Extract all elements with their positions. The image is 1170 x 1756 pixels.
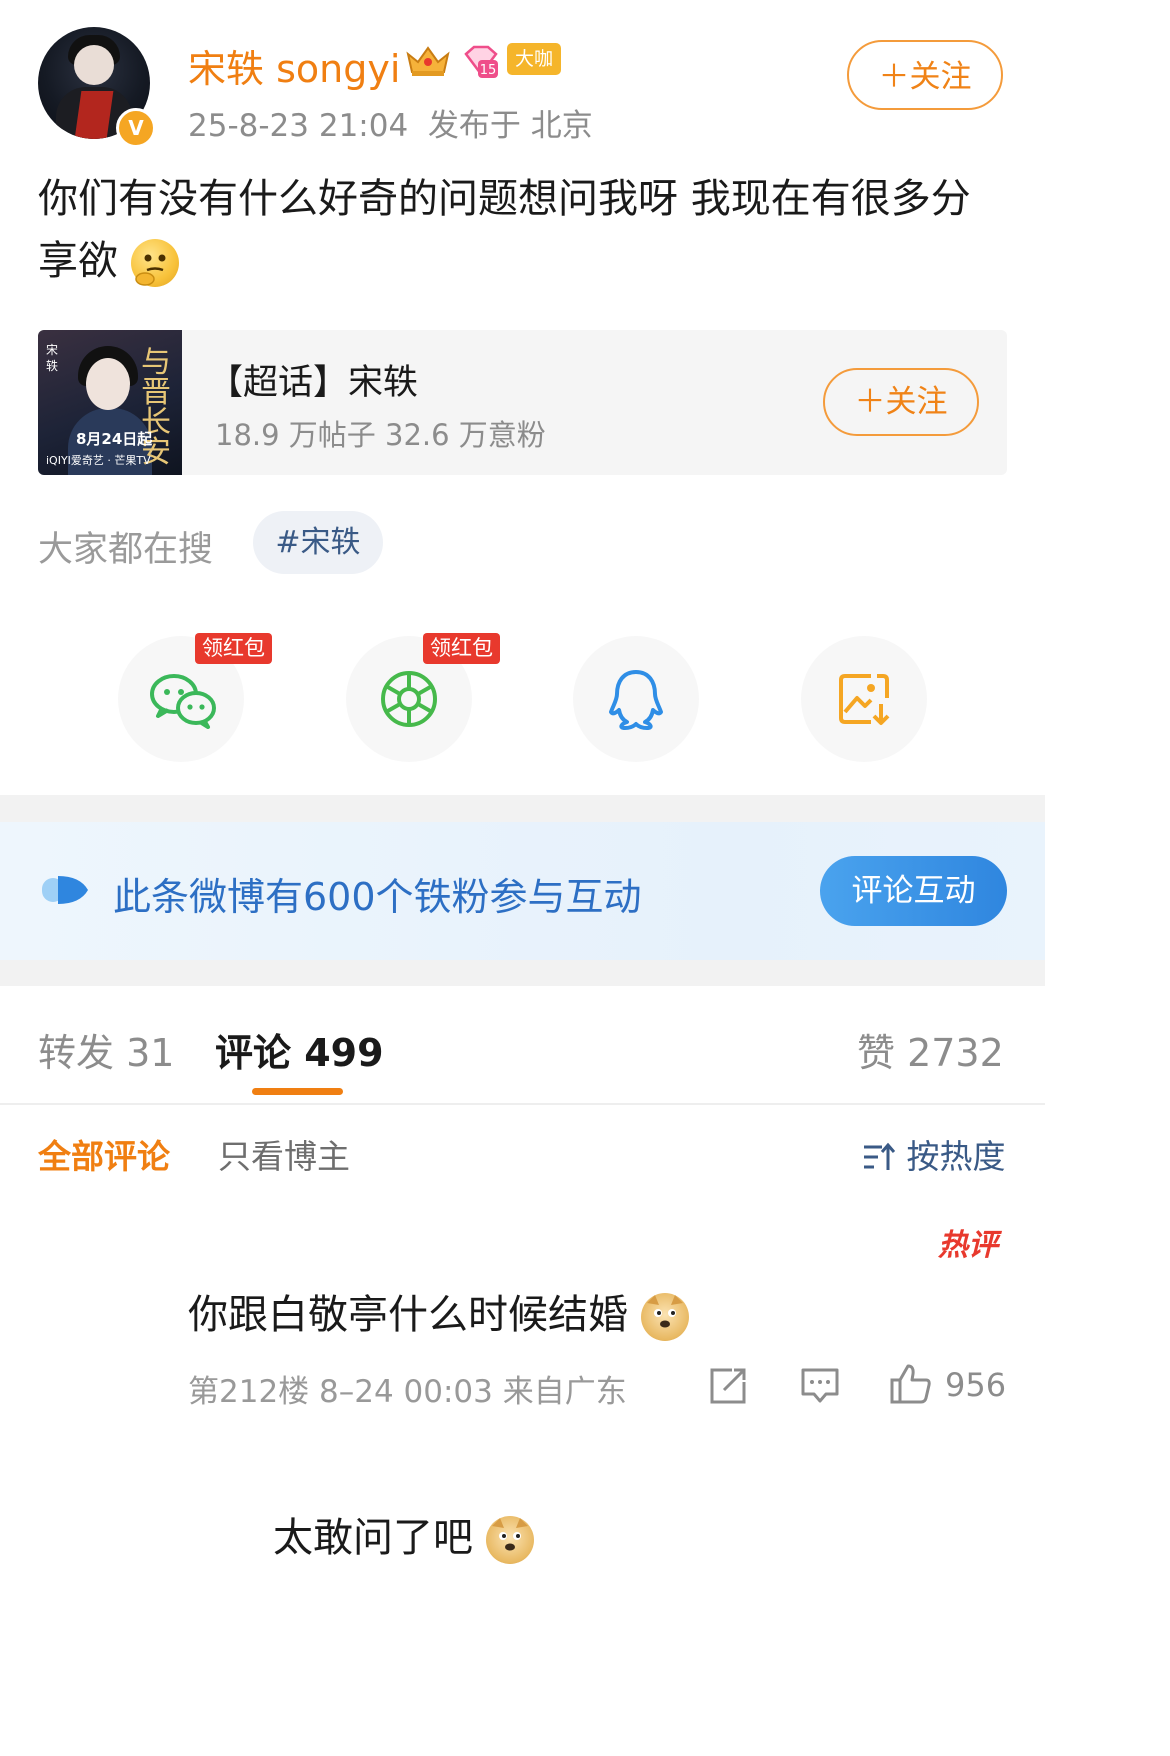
hot-comment-badge: 热评 (938, 1228, 998, 1263)
filter-all-comments[interactable]: 全部评论 (38, 1130, 170, 1178)
fan-interaction-text: 此条微博有600个铁粉参与互动 (113, 875, 642, 919)
tab-divider (0, 1103, 1045, 1105)
post-location: 发布于 北京 (427, 108, 593, 144)
red-packet-badge: 领红包 (423, 633, 500, 664)
topic-follow-button[interactable]: ＋关注 (823, 368, 979, 436)
trending-search-tag[interactable]: #宋轶 (253, 511, 383, 574)
gem-level: 15 (480, 63, 497, 78)
repost-comment-icon[interactable] (708, 1366, 748, 1406)
post-meta: 25-8-23 21:04 发布于 北京 (188, 100, 593, 145)
comment-interaction-button[interactable]: 评论互动 (820, 856, 1007, 926)
author-name[interactable]: 宋轶 songyi (188, 38, 400, 93)
reply-text: 太敢问了吧 (273, 1505, 534, 1564)
gem-level-icon: 15 (464, 45, 498, 78)
poster-side-text: 宋轶 (46, 343, 59, 373)
tab-comment[interactable]: 评论 499 (215, 1022, 384, 1077)
topic-title[interactable]: 【超话】宋轶 (208, 354, 418, 405)
comment-meta: 第212楼 8–24 00:03 来自广东 (188, 1374, 627, 1410)
reply-body: 太敢问了吧 (273, 1515, 473, 1561)
trending-search-label: 大家都在搜 (38, 530, 214, 570)
thinking-emoji-icon (130, 239, 179, 287)
verified-badge-icon: V (116, 108, 156, 148)
super-topic-card[interactable]: 宋轶 与晋长安 8月24日起 iQIYI爱奇艺 · 芒果TV 【超话】宋轶 18… (38, 330, 1007, 475)
fans-wave-icon (42, 876, 88, 904)
doge-emoji-icon (485, 1516, 534, 1564)
save-image-button[interactable] (801, 636, 927, 762)
topic-poster-image: 宋轶 与晋长安 8月24日起 iQIYI爱奇艺 · 芒果TV (38, 330, 182, 475)
poster-brand: iQIYI爱奇艺 · 芒果TV (46, 454, 151, 467)
reply-comment-icon[interactable] (800, 1366, 840, 1406)
post-timestamp: 25-8-23 21:04 (188, 108, 409, 144)
sort-icon (864, 1142, 896, 1170)
comment-body: 你跟白敬亭什么时候结婚 (188, 1292, 628, 1338)
daka-badge: 大咖 (507, 43, 562, 75)
topic-stats: 18.9 万帖子 32.6 万意粉 (215, 418, 546, 452)
share-qq-button[interactable] (573, 636, 699, 762)
section-divider (0, 960, 1045, 986)
poster-title: 与晋长安 (141, 345, 171, 470)
red-packet-badge: 领红包 (195, 633, 272, 664)
sort-label: 按热度 (906, 1137, 1006, 1176)
filter-owner-only[interactable]: 只看博主 (218, 1130, 350, 1178)
active-tab-indicator (252, 1088, 343, 1095)
save-image-icon (839, 674, 890, 725)
crown-badge-icon (406, 46, 450, 76)
tab-repost[interactable]: 转发 31 (38, 1022, 174, 1077)
qq-icon (609, 670, 663, 730)
doge-emoji-icon (640, 1293, 689, 1341)
like-thumb-icon[interactable] (888, 1362, 932, 1406)
comment-like-count: 956 (945, 1366, 1007, 1404)
comment-text: 你跟白敬亭什么时候结婚 (188, 1282, 689, 1341)
section-divider (0, 795, 1045, 822)
sort-by-hot-button[interactable]: 按热度 (862, 1130, 1006, 1178)
poster-date: 8月24日起 (76, 430, 153, 448)
tab-likes[interactable]: 赞 2732 (857, 1022, 1004, 1077)
post-text: 你们有没有什么好奇的问题想问我呀 我现在有很多分享欲 (38, 168, 1008, 292)
follow-button[interactable]: ＋关注 (847, 40, 1003, 110)
